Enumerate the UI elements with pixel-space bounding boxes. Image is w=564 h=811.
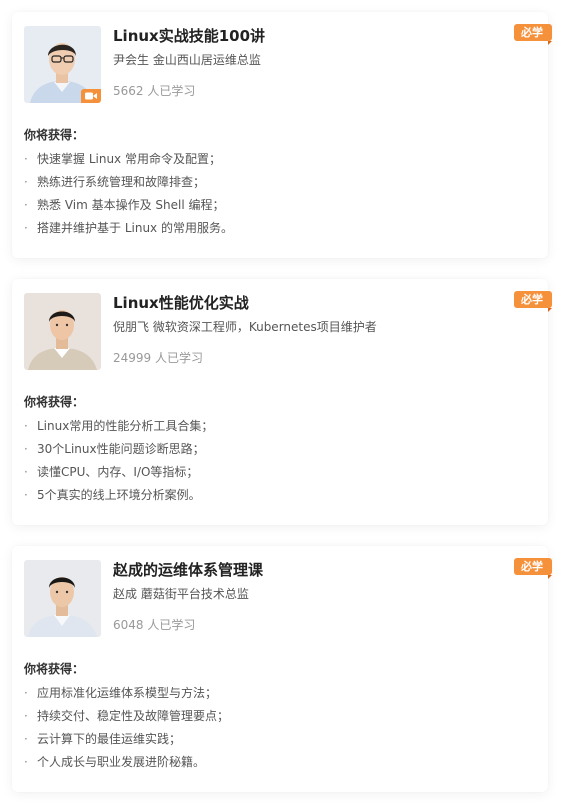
gain-item: · 30个Linux性能问题诊断思路； (24, 438, 213, 461)
learner-count: 6048 人已学习 (113, 618, 196, 632)
instructor-info: 倪朋飞 微软资深工程师，Kubernetes项目维护者 (113, 320, 377, 334)
bullet-dot: · (24, 198, 28, 212)
gain-item: · 搭建并维护基于 Linux 的常用服务。 (24, 217, 233, 240)
gain-item: · 云计算下的最佳运维实践； (24, 728, 229, 751)
required-badge: 必学 (514, 291, 552, 312)
bullet-dot: · (24, 465, 28, 479)
bullet-dot: · (24, 419, 28, 433)
course-title[interactable]: 赵成的运维体系管理课 (113, 559, 263, 580)
instructor-info: 赵成 蘑菇街平台技术总监 (113, 587, 249, 601)
gain-item: · 读懂CPU、内存、I/O等指标； (24, 461, 213, 484)
required-badge-label: 必学 (521, 293, 543, 306)
video-icon (81, 89, 101, 103)
bullet-dot: · (24, 152, 28, 166)
course-card[interactable]: 赵成的运维体系管理课 赵成 蘑菇街平台技术总监 6048 人已学习 必学 你将获… (12, 546, 552, 792)
course-card[interactable]: Linux性能优化实战 倪朋飞 微软资深工程师，Kubernetes项目维护者 … (12, 279, 552, 525)
required-badge-label: 必学 (521, 560, 543, 573)
course-card[interactable]: Linux实战技能100讲 尹会生 金山西山居运维总监 5662 人已学习 必学… (12, 12, 552, 258)
bullet-dot: · (24, 686, 28, 700)
gain-item: · 个人成长与职业发展进阶秘籍。 (24, 751, 229, 774)
gain-item: · 持续交付、稳定性及故障管理要点； (24, 705, 229, 728)
bullet-dot: · (24, 175, 28, 189)
required-badge: 必学 (514, 558, 552, 579)
instructor-avatar[interactable] (24, 26, 101, 103)
instructor-info: 尹会生 金山西山居运维总监 (113, 53, 261, 67)
gain-list: · Linux常用的性能分析工具合集； · 30个Linux性能问题诊断思路； · 读… (24, 415, 213, 507)
gain-item: · 应用标准化运维体系模型与方法； (24, 682, 229, 705)
gain-list: · 快速掌握 Linux 常用命令及配置； · 熟练进行系统管理和故障排查； · 熟悉… (24, 148, 233, 240)
bullet-dot: · (24, 755, 28, 769)
gain-item: · 快速掌握 Linux 常用命令及配置； (24, 148, 233, 171)
course-title[interactable]: Linux性能优化实战 (113, 292, 249, 313)
gain-heading: 你将获得： (24, 662, 85, 676)
gain-heading: 你将获得： (24, 395, 85, 409)
gain-item: · 熟悉 Vim 基本操作及 Shell 编程； (24, 194, 233, 217)
bullet-dot: · (24, 709, 28, 723)
bullet-dot: · (24, 442, 28, 456)
gain-item: · Linux常用的性能分析工具合集； (24, 415, 213, 438)
instructor-avatar[interactable] (24, 560, 101, 637)
learner-count: 5662 人已学习 (113, 84, 196, 98)
gain-list: · 应用标准化运维体系模型与方法； · 持续交付、稳定性及故障管理要点； · 云计算下… (24, 682, 229, 774)
required-badge-label: 必学 (521, 26, 543, 39)
bullet-dot: · (24, 488, 28, 502)
required-badge: 必学 (514, 24, 552, 45)
learner-count: 24999 人已学习 (113, 351, 203, 365)
bullet-dot: · (24, 732, 28, 746)
gain-item: · 5个真实的线上环境分析案例。 (24, 484, 213, 507)
bullet-dot: · (24, 221, 28, 235)
gain-heading: 你将获得： (24, 128, 85, 142)
gain-item: · 熟练进行系统管理和故障排查； (24, 171, 233, 194)
instructor-avatar[interactable] (24, 293, 101, 370)
course-title[interactable]: Linux实战技能100讲 (113, 25, 265, 46)
